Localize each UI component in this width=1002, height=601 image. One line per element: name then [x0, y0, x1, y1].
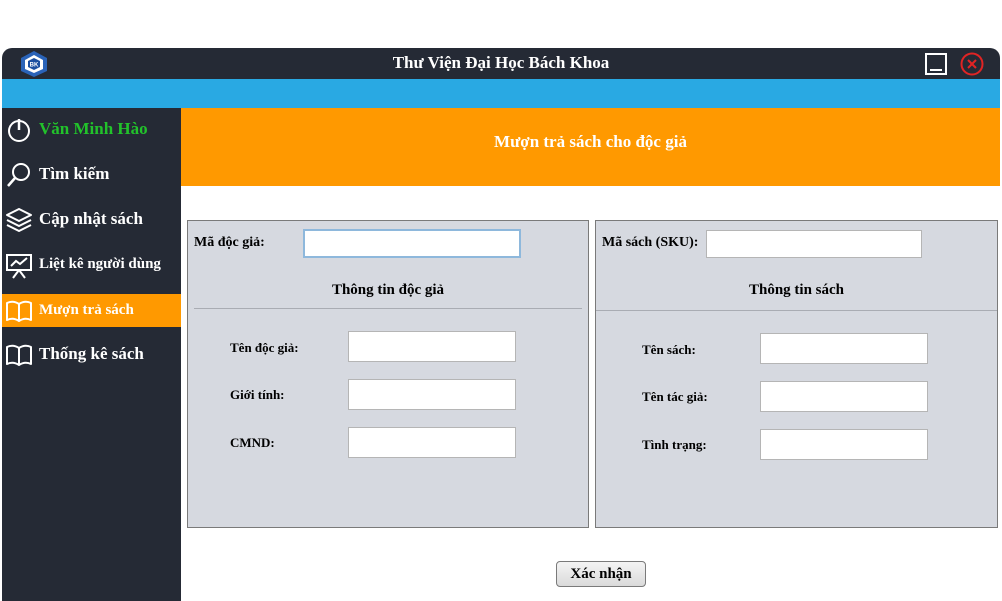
book-panel: Mã sách (SKU): Thông tin sách Tên sách: … — [595, 220, 998, 528]
sidebar: Văn Minh Hào Tìm kiếm Cập nhật sách Liệt… — [2, 108, 181, 601]
sidebar-item-label: Văn Minh Hào — [39, 119, 148, 138]
sidebar-item-search[interactable]: Tìm kiếm — [2, 158, 181, 191]
reader-gender-field[interactable] — [348, 379, 516, 410]
sidebar-item-label: Cập nhật sách — [39, 209, 143, 228]
reader-panel: Mã độc giả: Thông tin độc giả Tên độc gi… — [187, 220, 589, 528]
reader-id-label: Mã độc giả: — [194, 235, 265, 250]
sidebar-item-borrow-return[interactable]: Mượn trả sách — [2, 294, 181, 327]
minimize-icon[interactable] — [924, 52, 948, 76]
book-status-label: Tình trạng: — [642, 437, 707, 452]
book-icon — [6, 300, 32, 322]
divider — [194, 308, 582, 309]
sidebar-item-label: Thống kê sách — [39, 344, 144, 363]
accent-bar — [2, 79, 1000, 108]
page-title: Mượn trả sách cho độc giả — [494, 132, 687, 151]
window-title: Thư Viện Đại Học Bách Khoa — [392, 53, 610, 72]
sidebar-item-list-users[interactable]: Liệt kê người dùng — [2, 248, 181, 281]
sidebar-item-user[interactable]: Văn Minh Hào — [2, 113, 181, 146]
presentation-chart-icon — [6, 254, 32, 279]
reader-name-field[interactable] — [348, 331, 516, 362]
sidebar-item-book-stats[interactable]: Thống kê sách — [2, 338, 181, 371]
close-circle-icon[interactable] — [960, 52, 984, 76]
sidebar-item-label: Liệt kê người dùng — [39, 256, 161, 272]
divider — [596, 310, 997, 311]
book-status-field[interactable] — [760, 429, 928, 460]
reader-id-input[interactable] — [303, 229, 521, 258]
book-icon — [6, 344, 32, 366]
book-author-field[interactable] — [760, 381, 928, 412]
confirm-button[interactable]: Xác nhận — [556, 561, 646, 587]
sidebar-item-label: Mượn trả sách — [39, 302, 134, 318]
book-info-title: Thông tin sách — [748, 282, 845, 298]
book-sku-input[interactable] — [706, 230, 922, 258]
book-title-field[interactable] — [760, 333, 928, 364]
reader-name-label: Tên độc giả: — [230, 340, 299, 355]
book-title-label: Tên sách: — [642, 342, 696, 357]
page-header: Mượn trả sách cho độc giả — [181, 108, 1000, 186]
title-bar: BK Thư Viện Đại Học Bách Khoa — [2, 48, 1000, 79]
book-author-label: Tên tác giả: — [642, 389, 708, 404]
reader-info-title: Thông tin độc giả — [331, 282, 445, 298]
reader-gender-label: Giới tính: — [230, 387, 285, 402]
reader-id-card-field[interactable] — [348, 427, 516, 458]
sidebar-item-update-books[interactable]: Cập nhật sách — [2, 203, 181, 236]
search-icon — [7, 163, 30, 187]
book-sku-label: Mã sách (SKU): — [602, 235, 699, 250]
sidebar-item-label: Tìm kiếm — [39, 164, 110, 183]
reader-id-card-label: CMND: — [230, 435, 275, 450]
layers-icon — [6, 208, 32, 232]
power-icon — [8, 119, 30, 142]
